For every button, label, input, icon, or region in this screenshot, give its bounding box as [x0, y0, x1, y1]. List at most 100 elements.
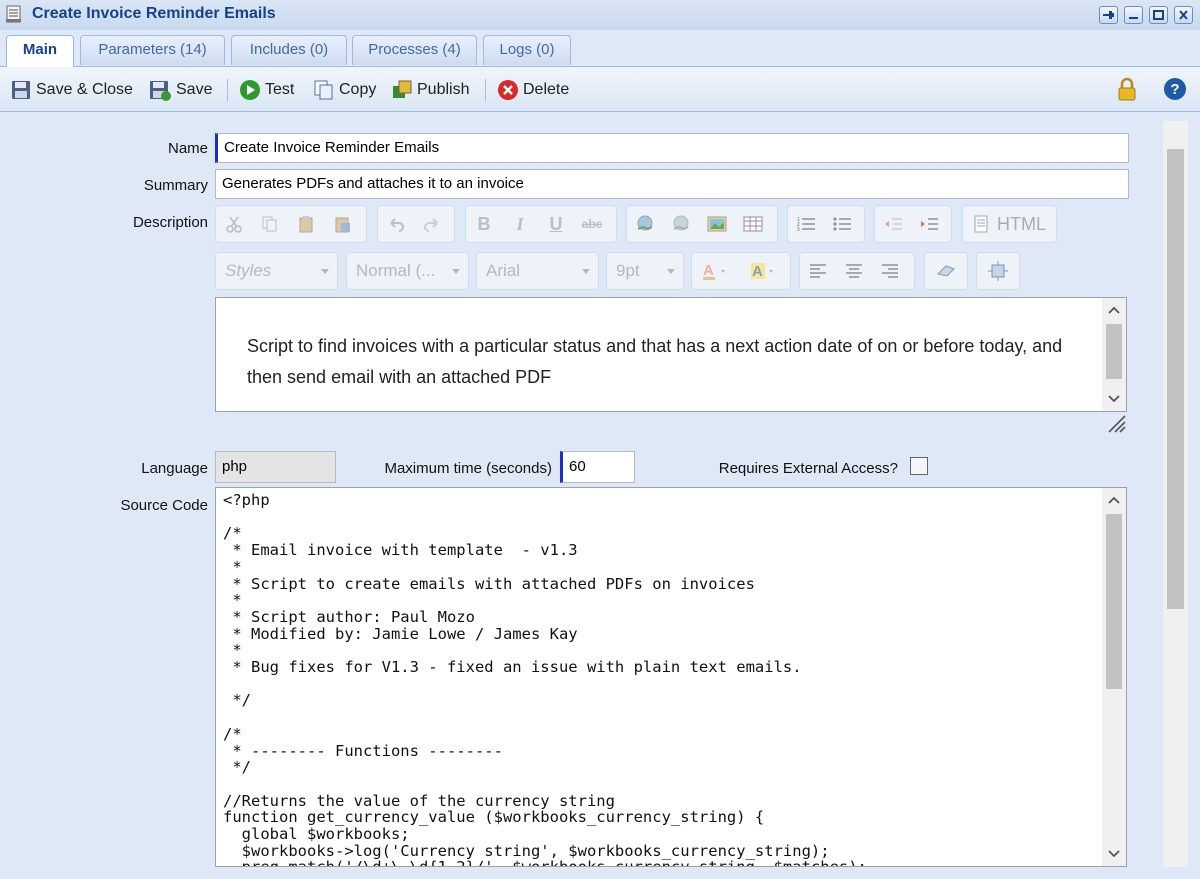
- pin-icon: [1103, 11, 1114, 19]
- scroll-up-icon[interactable]: [1102, 490, 1126, 510]
- tab-includes[interactable]: Includes (0): [231, 35, 347, 65]
- name-input[interactable]: Create Invoice Reminder Emails: [215, 133, 1129, 163]
- undo-icon[interactable]: [378, 215, 414, 233]
- save-close-button[interactable]: Save & Close: [10, 78, 133, 102]
- copy-label: Copy: [339, 81, 377, 98]
- font-size-dropdown[interactable]: 9pt: [606, 252, 684, 290]
- copy-format-icon[interactable]: [252, 215, 288, 233]
- clear-format-button[interactable]: [924, 252, 968, 290]
- indent-icon[interactable]: [911, 215, 947, 233]
- external-access-checkbox[interactable]: [910, 457, 928, 475]
- image-icon[interactable]: [699, 215, 735, 233]
- close-button[interactable]: [1174, 6, 1193, 24]
- toolbar-separator: [227, 79, 228, 101]
- chevron-down-icon: [667, 269, 675, 274]
- language-field: php: [215, 451, 336, 483]
- title-bar: Create Invoice Reminder Emails: [0, 0, 1200, 31]
- save-icon: [150, 81, 171, 101]
- tab-processes[interactable]: Processes (4): [352, 35, 477, 65]
- align-right-icon[interactable]: [872, 263, 908, 279]
- form-scrollbar[interactable]: [1163, 121, 1188, 867]
- html-label: HTML: [997, 213, 1046, 234]
- description-scroll-thumb[interactable]: [1106, 324, 1122, 379]
- lock-button[interactable]: [1117, 77, 1141, 101]
- maximize-editor-icon: [977, 261, 1019, 281]
- svg-text:3: 3: [797, 227, 800, 233]
- underline-icon[interactable]: U: [538, 214, 574, 235]
- cut-icon[interactable]: [216, 215, 252, 233]
- italic-icon[interactable]: I: [502, 214, 538, 235]
- paste-word-icon[interactable]: [324, 215, 360, 233]
- test-button[interactable]: Test: [239, 78, 294, 102]
- text-style-group: B I U abc: [465, 205, 617, 243]
- description-editor[interactable]: Script to find invoices with a particula…: [215, 297, 1127, 412]
- help-icon: ?: [1164, 78, 1186, 100]
- link-icon[interactable]: [627, 214, 663, 234]
- font-dropdown[interactable]: Arial: [476, 252, 599, 290]
- minimize-button[interactable]: [1124, 6, 1143, 24]
- minimize-icon: [1129, 17, 1138, 19]
- source-code-scrollbar[interactable]: [1102, 488, 1126, 866]
- help-button[interactable]: ?: [1163, 77, 1191, 101]
- font-value: Arial: [486, 261, 521, 280]
- scroll-up-icon[interactable]: [1102, 300, 1126, 320]
- bullet-list-icon[interactable]: [824, 215, 860, 233]
- source-code-scroll-thumb[interactable]: [1106, 514, 1122, 689]
- play-icon: [240, 80, 260, 100]
- html-source-button[interactable]: HTML: [962, 205, 1057, 243]
- scroll-down-icon[interactable]: [1102, 844, 1126, 864]
- source-code-label: Source Code: [120, 497, 208, 514]
- document-icon: [974, 215, 988, 233]
- outdent-icon[interactable]: [875, 215, 911, 233]
- source-code-editor[interactable]: <?php /* * Email invoice with template -…: [215, 487, 1127, 867]
- toolbar: Save & Close Save Test Copy Publish Dele…: [0, 67, 1200, 112]
- description-text: Script to find invoices with a particula…: [247, 336, 1063, 387]
- table-icon[interactable]: [735, 215, 771, 233]
- source-code-text: <?php /* * Email invoice with template -…: [223, 491, 867, 866]
- maximize-button[interactable]: [1149, 6, 1168, 24]
- save-button[interactable]: Save: [148, 78, 212, 102]
- tab-main[interactable]: Main: [6, 35, 74, 67]
- svg-text:A: A: [703, 262, 714, 279]
- resize-handle-icon[interactable]: [1105, 414, 1127, 434]
- summary-label: Summary: [143, 177, 208, 194]
- paste-icon[interactable]: [288, 215, 324, 233]
- unlink-icon[interactable]: [663, 214, 699, 234]
- format-value: Normal (...: [356, 261, 436, 280]
- tab-logs[interactable]: Logs (0): [483, 35, 571, 65]
- pin-button[interactable]: [1099, 6, 1118, 24]
- align-group: [799, 252, 915, 290]
- text-color-icon[interactable]: A: [692, 261, 740, 281]
- save-label: Save: [176, 81, 213, 98]
- maximize-editor-button[interactable]: [976, 252, 1020, 290]
- maximize-icon: [1153, 10, 1164, 20]
- tab-parameters[interactable]: Parameters (14): [80, 35, 225, 65]
- insert-group: [626, 205, 778, 243]
- numbered-list-icon[interactable]: 123: [788, 215, 824, 233]
- chevron-down-icon: [582, 269, 590, 274]
- clipboard-group: [215, 205, 367, 243]
- indent-group: [874, 205, 952, 243]
- form-scroll-thumb[interactable]: [1167, 149, 1184, 609]
- publish-button[interactable]: Publish: [391, 78, 469, 102]
- max-time-input[interactable]: 60: [560, 451, 635, 483]
- bold-icon[interactable]: B: [466, 214, 502, 235]
- strikethrough-icon[interactable]: abc: [574, 217, 610, 231]
- save-close-label: Save & Close: [36, 81, 133, 98]
- language-label: Language: [141, 460, 208, 477]
- format-dropdown[interactable]: Normal (...: [346, 252, 469, 290]
- background-color-icon[interactable]: A: [740, 261, 788, 281]
- description-scrollbar[interactable]: [1102, 298, 1126, 411]
- align-left-icon[interactable]: [800, 263, 836, 279]
- eraser-icon: [925, 263, 967, 279]
- close-icon: [1179, 10, 1188, 20]
- delete-button[interactable]: Delete: [497, 78, 569, 102]
- redo-icon[interactable]: [414, 215, 450, 233]
- align-center-icon[interactable]: [836, 263, 872, 279]
- scroll-down-icon[interactable]: [1102, 389, 1126, 409]
- test-label: Test: [265, 81, 295, 98]
- summary-input[interactable]: Generates PDFs and attaches it to an inv…: [215, 169, 1129, 199]
- copy-button[interactable]: Copy: [313, 78, 376, 102]
- styles-dropdown[interactable]: Styles: [215, 252, 338, 290]
- window-title: Create Invoice Reminder Emails: [32, 5, 276, 22]
